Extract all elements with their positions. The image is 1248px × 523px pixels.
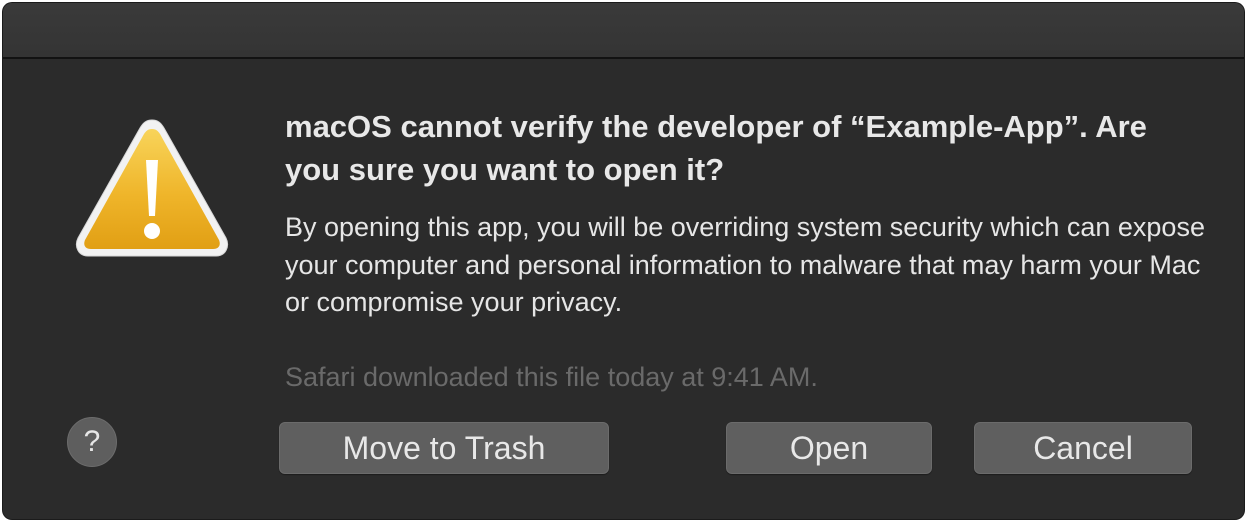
dialog-title: macOS cannot verify the developer of “Ex… [285, 109, 1147, 187]
help-icon: ? [83, 425, 101, 458]
download-info-text: Safari downloaded this file today at 9:4… [285, 362, 818, 392]
warning-triangle-icon [75, 119, 229, 257]
cancel-button[interactable]: Cancel [974, 422, 1192, 474]
move-to-trash-button[interactable]: Move to Trash [279, 422, 609, 474]
dialog-message: By opening this app, you will be overrid… [285, 212, 1205, 317]
help-button[interactable]: ? [67, 417, 117, 467]
security-warning-dialog: macOS cannot verify the developer of “Ex… [3, 3, 1244, 519]
dialog-titlebar [3, 3, 1244, 59]
open-button[interactable]: Open [726, 422, 932, 474]
